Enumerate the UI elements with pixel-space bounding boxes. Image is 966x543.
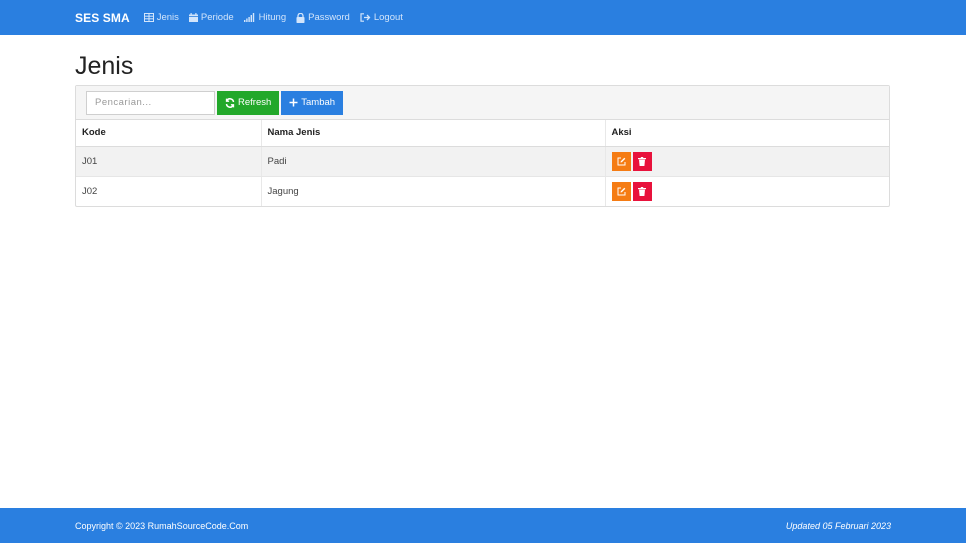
cell-kode: J02 [82,185,98,197]
jenis-panel: Refresh Tambah Kode Nama Jenis Aksi J01 … [75,85,890,207]
cell-nama: Jagung [260,176,605,206]
nav-item-hitung[interactable]: Hitung [243,12,287,23]
header-nama-jenis: Nama Jenis [260,120,605,147]
cell-kode: J01 [76,146,261,177]
table-row: J01 Padi [76,146,889,177]
refresh-button[interactable]: Refresh [217,90,280,115]
footer: Copyright © 2023 RumahSourceCode.Com Upd… [0,508,966,543]
delete-button[interactable] [632,181,652,201]
cell-aksi [604,146,889,177]
refresh-icon [225,97,235,108]
navbar: SES SMA Jenis Periode Hitung Password Lo… [0,0,966,35]
edit-button[interactable] [611,151,631,171]
cell-aksi [604,176,889,206]
nav-label-jenis: Jenis [156,12,179,23]
nav-item-jenis[interactable]: Jenis [143,12,179,23]
logout-icon [360,13,371,22]
header-aksi: Aksi [604,120,889,147]
footer-copyright: Copyright © 2023 RumahSourceCode.Com [75,520,249,531]
page-title: Jenis [75,52,134,80]
trash-icon [638,186,646,196]
nav-label-hitung: Hitung [258,12,287,23]
table-header-row: Kode Nama Jenis Aksi [76,120,889,147]
nav-item-periode[interactable]: Periode [188,12,234,23]
table-row: J02 Jagung [76,176,889,206]
edit-button[interactable] [611,181,631,201]
signal-icon [243,13,254,22]
plus-icon [289,98,298,107]
nav-label-periode: Periode [200,12,234,23]
jenis-table: Kode Nama Jenis Aksi J01 Padi J02 Jagung [76,120,889,206]
brand-link[interactable]: SES SMA [75,11,130,25]
nav-item-password[interactable]: Password [296,12,350,23]
toolbar: Refresh Tambah [76,86,889,120]
tambah-label: Tambah [301,97,336,108]
delete-button[interactable] [632,151,652,171]
table-icon [143,13,154,22]
tambah-button[interactable]: Tambah [281,90,344,115]
nav-item-logout[interactable]: Logout [360,12,403,23]
nav-label-password: Password [308,12,350,23]
footer-updated: Updated 05 Februari 2023 [785,520,891,531]
header-kode: Kode [76,120,261,147]
search-input[interactable] [86,90,215,115]
nav-label-logout: Logout [373,12,403,23]
trash-icon [638,156,646,166]
calendar-icon [188,13,198,22]
cell-nama: Padi [260,146,605,177]
refresh-label: Refresh [238,97,272,108]
edit-icon [617,157,625,165]
lock-icon [296,12,305,23]
edit-icon [617,187,625,196]
